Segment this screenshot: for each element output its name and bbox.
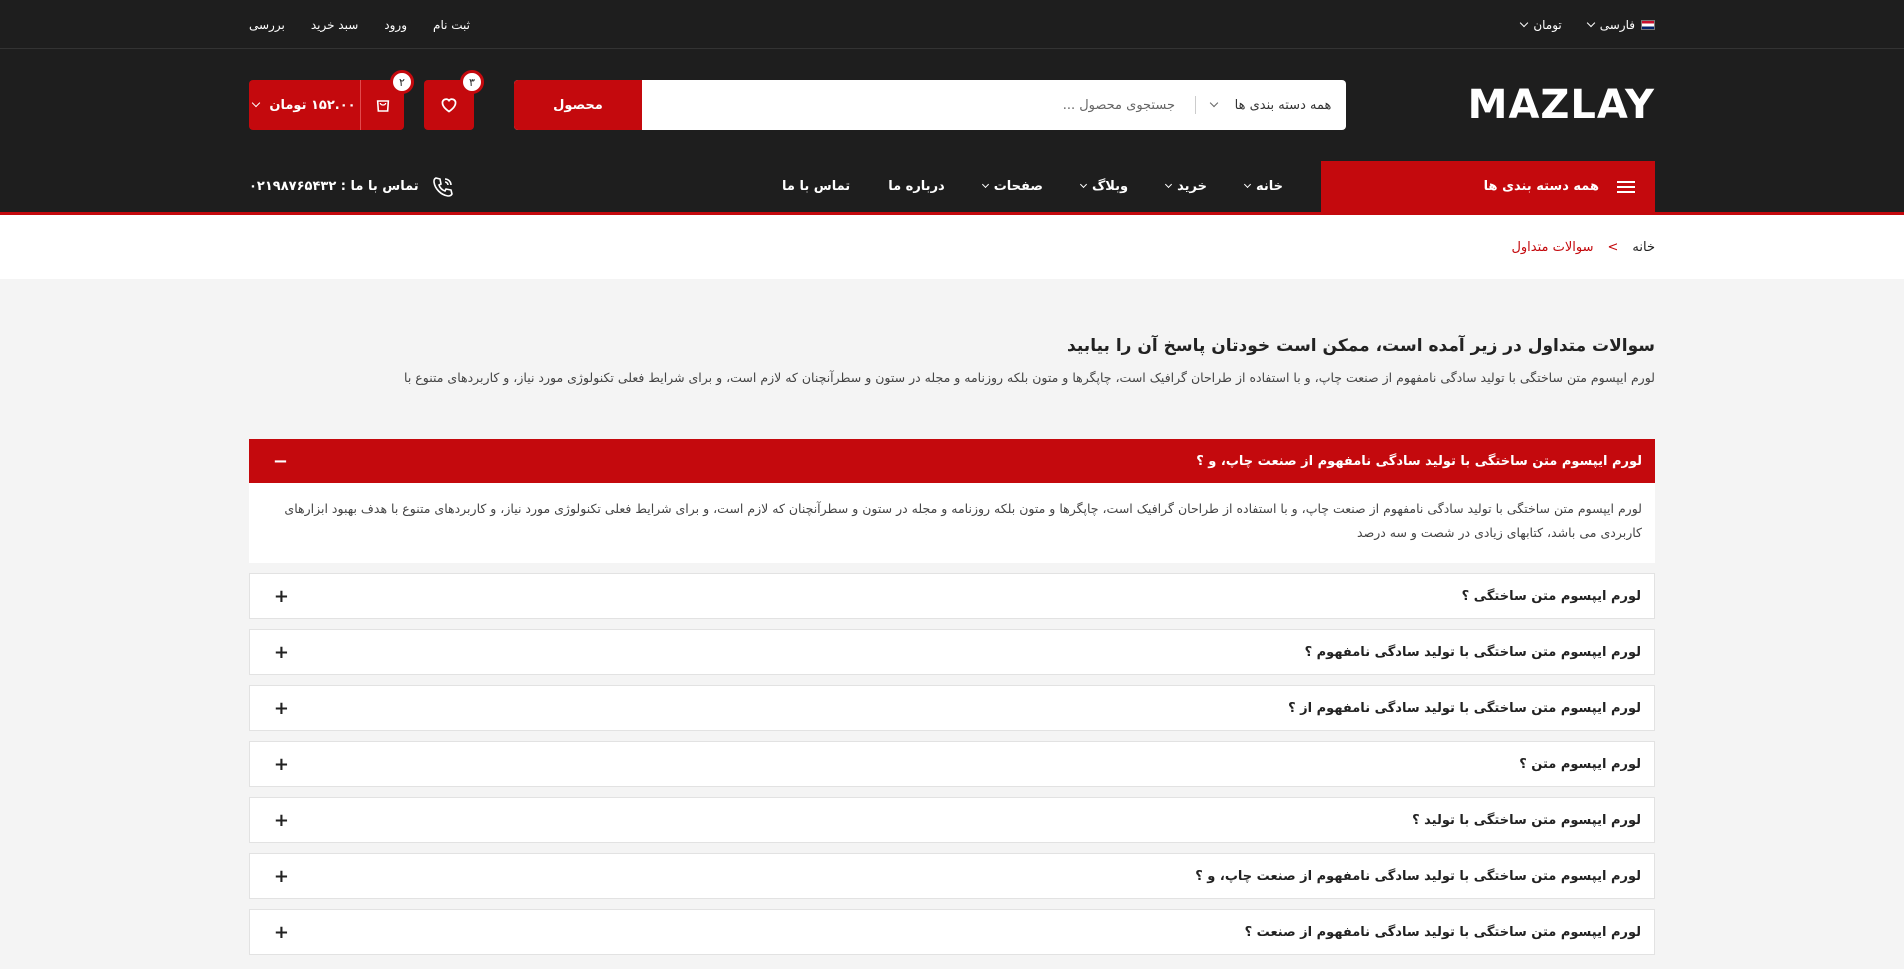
intro-text: لورم ایپسوم متن ساختگی با تولید سادگی نا…	[404, 370, 1655, 385]
search-bar: همه دسته بندی ها محصول	[514, 80, 1346, 130]
faq-item: لورم ایپسوم متن ساختگی با تولید سادگی نا…	[249, 853, 1655, 899]
nav-item-contact[interactable]: تماس با ما	[782, 179, 850, 194]
chevron-down-icon	[1520, 18, 1529, 27]
phone-icon	[432, 176, 453, 197]
chevron-down-icon	[1165, 180, 1173, 189]
flag-icon	[1641, 19, 1655, 30]
chevron-down-icon	[1209, 98, 1218, 108]
checkout-link[interactable]: بررسی	[249, 18, 285, 32]
search-category-select[interactable]: همه دسته بندی ها	[1196, 80, 1346, 130]
nav-item-label: صفحات	[993, 179, 1043, 194]
faq-question: لورم ایپسوم متن ساختگی با تولید ؟	[1412, 812, 1641, 828]
chevron-down-icon	[1243, 180, 1252, 189]
page-title: سوالات متداول در زیر آمده است، ممکن است …	[1067, 336, 1655, 356]
cart-count-badge: ۲	[390, 70, 414, 94]
divider	[1195, 96, 1196, 114]
plus-icon: +	[273, 809, 289, 831]
faq-item: لورم ایپسوم متن ساختگی با تولید سادگی نا…	[249, 909, 1655, 955]
wishlist-button[interactable]: ۳	[424, 70, 484, 130]
faq-question-toggle[interactable]: لورم ایپسوم متن ساختگی با تولید سادگی نا…	[250, 910, 1654, 954]
contact-phone[interactable]: تماس با ما : ۰۲۱۹۸۷۶۵۴۳۲	[249, 175, 455, 199]
breadcrumb-current: سوالات متداول	[1511, 239, 1594, 255]
plus-icon: +	[273, 585, 289, 607]
faq-item: لورم ایپسوم متن ساختگی با تولید ؟ +	[249, 797, 1655, 843]
faq-accordion: لورم ایپسوم متن ساختگی با تولید سادگی نا…	[249, 439, 1655, 955]
chevron-down-icon	[981, 180, 989, 189]
faq-question: لورم ایپسوم متن ساختگی با تولید سادگی نا…	[1195, 868, 1641, 884]
faq-question: لورم ایپسوم متن ساختگی ؟	[1461, 588, 1641, 604]
nav-item-label: وبلاگ	[1091, 179, 1129, 194]
logo[interactable]: MAZLAY	[1465, 85, 1655, 125]
menu-icon	[1617, 180, 1635, 193]
search-input[interactable]	[642, 80, 1195, 130]
faq-question-toggle[interactable]: لورم ایپسوم متن ساختگی ؟ +	[250, 574, 1654, 618]
faq-item: لورم ایپسوم متن ساختگی با تولید سادگی نا…	[249, 439, 1655, 563]
faq-question-toggle[interactable]: لورم ایپسوم متن ؟ +	[250, 742, 1654, 786]
chevron-down-icon	[1586, 18, 1595, 27]
all-categories-button[interactable]: همه دسته بندی ها	[1321, 161, 1655, 212]
faq-question-toggle[interactable]: لورم ایپسوم متن ساختگی با تولید سادگی نا…	[249, 439, 1655, 483]
cart-link[interactable]: سبد خرید	[311, 18, 358, 32]
faq-question-toggle[interactable]: لورم ایپسوم متن ساختگی با تولید سادگی نا…	[250, 686, 1654, 730]
plus-icon: +	[273, 753, 289, 775]
nav-item-pages[interactable]: صفحات	[981, 179, 1043, 194]
nav-item-home[interactable]: خانه	[1243, 179, 1283, 194]
wishlist-count-badge: ۳	[460, 70, 484, 94]
register-link[interactable]: ثبت نام	[433, 18, 470, 32]
faq-answer: لورم ایپسوم متن ساختگی با تولید سادگی نا…	[284, 501, 1642, 540]
breadcrumb: خانه > سوالات متداول	[0, 215, 1904, 279]
plus-icon: +	[273, 865, 289, 887]
nav-item-about[interactable]: درباره ما	[888, 179, 945, 194]
faq-question-toggle[interactable]: لورم ایپسوم متن ساختگی با تولید سادگی نا…	[250, 854, 1654, 898]
breadcrumb-home[interactable]: خانه	[1632, 240, 1655, 255]
currency-label: تومان	[1533, 17, 1562, 32]
top-bar: فارسی تومان ثبت نام ورود سبد خرید بررسی	[0, 0, 1904, 49]
nav-menu: خانه خرید وبلاگ صفحات درباره ما تماس با …	[782, 179, 1321, 194]
cart-total: ۱۵۲.۰۰ تومان	[269, 97, 356, 113]
faq-question: لورم ایپسوم متن ساختگی با تولید سادگی نا…	[1304, 644, 1641, 660]
faq-question: لورم ایپسوم متن ساختگی با تولید سادگی نا…	[1288, 700, 1641, 716]
cart-button[interactable]: ۲ ۱۵۲.۰۰ تومان	[249, 70, 414, 130]
heart-icon	[441, 98, 457, 113]
currency-selector[interactable]: تومان	[1520, 17, 1562, 32]
all-categories-label: همه دسته بندی ها	[1483, 179, 1599, 194]
language-label: فارسی	[1599, 17, 1635, 32]
plus-icon: +	[273, 921, 289, 943]
cart-bag: ۲	[360, 70, 414, 130]
nav-item-label: خانه	[1255, 179, 1283, 194]
faq-question: لورم ایپسوم متن ساختگی با تولید سادگی نا…	[1244, 924, 1641, 940]
login-link[interactable]: ورود	[384, 18, 407, 32]
chevron-down-icon	[252, 98, 261, 108]
faq-item: لورم ایپسوم متن ؟ +	[249, 741, 1655, 787]
plus-icon: +	[273, 697, 289, 719]
faq-item: لورم ایپسوم متن ساختگی با تولید سادگی نا…	[249, 685, 1655, 731]
faq-item: لورم ایپسوم متن ساختگی ؟ +	[249, 573, 1655, 619]
nav-item-shop[interactable]: خرید	[1165, 179, 1207, 194]
faq-question-toggle[interactable]: لورم ایپسوم متن ساختگی با تولید ؟ +	[250, 798, 1654, 842]
faq-question: لورم ایپسوم متن ساختگی با تولید سادگی نا…	[1196, 453, 1642, 469]
breadcrumb-separator: >	[1607, 239, 1619, 255]
language-selector[interactable]: فارسی	[1586, 17, 1655, 32]
faq-question: لورم ایپسوم متن ؟	[1519, 756, 1641, 772]
contact-phone-label: تماس با ما : ۰۲۱۹۸۷۶۵۴۳۲	[249, 179, 419, 194]
faq-intro: سوالات متداول در زیر آمده است، ممکن است …	[249, 279, 1655, 385]
nav-item-label: درباره ما	[888, 179, 945, 194]
plus-icon: +	[273, 641, 289, 663]
nav-item-label: تماس با ما	[782, 179, 851, 194]
nav-item-blog[interactable]: وبلاگ	[1079, 179, 1129, 194]
shopping-bag-icon	[376, 100, 389, 112]
chevron-down-icon	[1079, 180, 1088, 189]
header: MAZLAY همه دسته بندی ها محصول ۳ ۲ ۱۵۲.۰۰…	[0, 49, 1904, 161]
nav-item-label: خرید	[1177, 179, 1207, 194]
main-nav: همه دسته بندی ها خانه خرید وبلاگ صفحات د…	[0, 161, 1904, 215]
faq-question-toggle[interactable]: لورم ایپسوم متن ساختگی با تولید سادگی نا…	[250, 630, 1654, 674]
search-category-label: همه دسته بندی ها	[1234, 97, 1332, 113]
minus-icon: −	[272, 450, 288, 472]
faq-item: لورم ایپسوم متن ساختگی با تولید سادگی نا…	[249, 629, 1655, 675]
search-button[interactable]: محصول	[514, 80, 642, 130]
